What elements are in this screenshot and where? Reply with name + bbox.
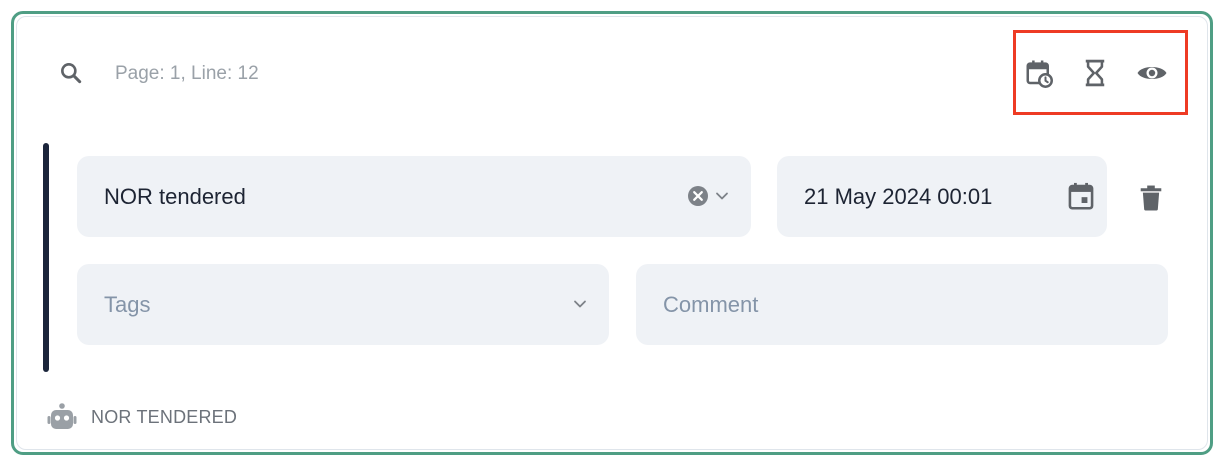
chevron-down-icon[interactable] [712,186,732,206]
date-time-field[interactable]: 21 May 2024 00:01 [777,156,1107,237]
date-time-value: 21 May 2024 00:01 [804,183,993,209]
hourglass-icon[interactable] [1077,55,1113,91]
calendar-icon[interactable] [1066,181,1096,211]
event-accent-bar [43,143,49,372]
event-select[interactable]: NOR tendered [77,156,751,237]
tags-placeholder: Tags [104,291,151,317]
search-icon[interactable] [56,58,86,88]
chevron-down-icon[interactable] [570,294,590,314]
comment-input[interactable]: Comment [636,264,1168,345]
auto-detected-label: NOR TENDERED [91,407,238,427]
trash-icon[interactable] [1136,181,1166,215]
page-line-location: Page: 1, Line: 12 [115,63,259,84]
comment-placeholder: Comment [663,291,759,317]
clear-icon[interactable] [687,185,709,207]
calendar-clock-icon[interactable] [1021,55,1057,91]
robot-icon [45,402,79,432]
event-select-value: NOR tendered [104,183,246,209]
tags-select[interactable]: Tags [77,264,609,345]
eye-icon[interactable] [1134,55,1170,91]
